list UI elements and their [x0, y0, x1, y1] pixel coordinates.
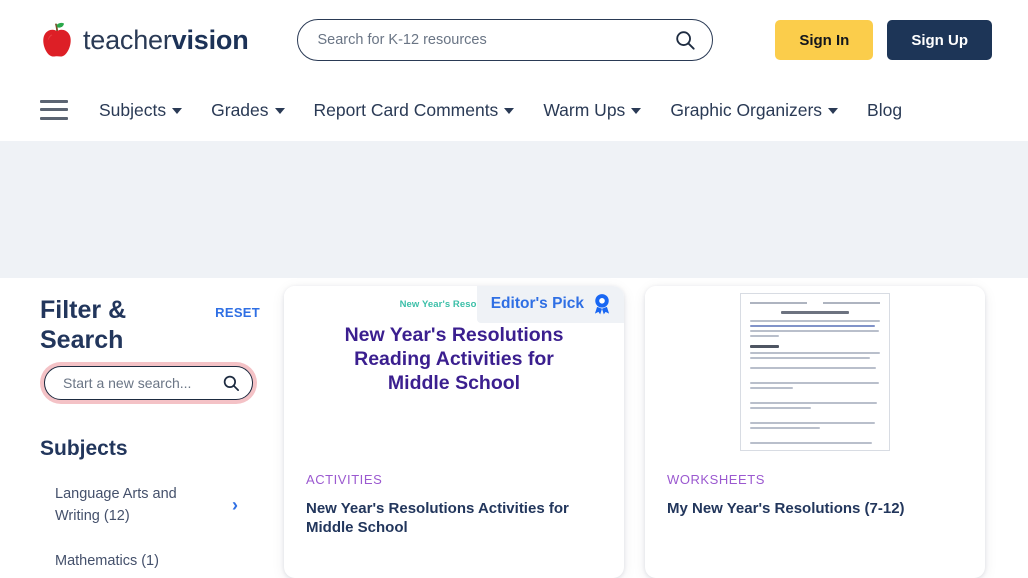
- main-navigation: Subjects Grades Report Card Comments War…: [0, 80, 1028, 141]
- poster-title: New Year's Resolutions Reading Activitie…: [344, 324, 564, 394]
- result-title[interactable]: New Year's Resolutions Activities for Mi…: [306, 499, 602, 537]
- result-thumbnail: [645, 286, 985, 456]
- result-card-body: ACTIVITIES New Year's Resolutions Activi…: [284, 456, 624, 537]
- reset-filters-link[interactable]: RESET: [215, 305, 260, 320]
- facet-mathematics[interactable]: Mathematics (1): [40, 550, 260, 572]
- chevron-down-icon: [631, 107, 642, 114]
- result-card-body: WORKSHEETS My New Year's Resolutions (7-…: [645, 456, 985, 518]
- result-card[interactable]: New Year's Resolutions New Year's Resolu…: [284, 286, 624, 578]
- sign-up-button[interactable]: Sign Up: [887, 20, 992, 60]
- editors-pick-badge: Editor's Pick: [476, 286, 624, 323]
- nav-label: Grades: [211, 100, 269, 120]
- facet-label: Language Arts and Writing (12): [55, 486, 177, 525]
- nav-label: Report Card Comments: [313, 100, 499, 120]
- facet-language-arts-and-writing[interactable]: Language Arts and Writing (12) ›: [40, 483, 260, 528]
- hamburger-icon[interactable]: [40, 99, 68, 120]
- site-logo[interactable]: teachervision: [40, 22, 249, 58]
- results-grid: New Year's Resolutions New Year's Resolu…: [268, 278, 988, 578]
- hamburger-bar: [40, 99, 68, 103]
- page-title: Filter & Search: [40, 296, 127, 354]
- brand-wordmark: teachervision: [83, 25, 249, 56]
- hamburger-bar: [40, 116, 68, 120]
- header-search-input[interactable]: [315, 31, 674, 49]
- worksheet-heading-line: [781, 311, 849, 314]
- chevron-down-icon: [274, 107, 285, 114]
- nav-label: Graphic Organizers: [670, 100, 823, 120]
- award-ribbon-icon: [594, 294, 610, 315]
- chevron-down-icon: [504, 107, 515, 114]
- result-type-label: ACTIVITIES: [306, 472, 383, 487]
- header-actions: Sign In Sign Up: [775, 20, 992, 60]
- search-icon[interactable]: [674, 29, 696, 51]
- result-title[interactable]: My New Year's Resolutions (7-12): [667, 499, 963, 518]
- editors-pick-label: Editor's Pick: [490, 295, 584, 312]
- header-search-box[interactable]: [296, 19, 713, 61]
- chevron-down-icon: [172, 107, 183, 114]
- hamburger-bar: [40, 108, 68, 111]
- facet-section-heading: Subjects: [40, 437, 128, 460]
- result-type-label: WORKSHEETS: [667, 472, 765, 487]
- nav-label: Subjects: [99, 100, 167, 120]
- nav-item-subjects[interactable]: Subjects: [99, 100, 183, 121]
- brand-light-text: teacher: [83, 24, 172, 55]
- header-search: [296, 19, 713, 61]
- sidebar-search-box[interactable]: [44, 366, 253, 400]
- sidebar-search-wrapper: [40, 362, 257, 404]
- nav-item-warm-ups[interactable]: Warm Ups: [543, 100, 642, 121]
- facet-label: Mathematics (1): [55, 552, 159, 569]
- nav-item-grades[interactable]: Grades: [211, 100, 285, 121]
- result-thumbnail: New Year's Resolutions New Year's Resolu…: [284, 286, 624, 456]
- nav-item-blog[interactable]: Blog: [867, 100, 902, 121]
- worksheet-name-date-lines: [750, 302, 880, 304]
- site-header: teachervision Sign In Sign Up: [0, 0, 1028, 80]
- filter-header: Filter & Search RESET: [40, 296, 260, 355]
- chevron-down-icon: [828, 107, 839, 114]
- nav-label: Blog: [867, 100, 903, 120]
- brand-bold-text: vision: [171, 24, 249, 55]
- chevron-right-icon[interactable]: ›: [232, 496, 238, 514]
- apple-icon: [43, 22, 71, 57]
- results-summary-bar: (40) results found Sort by: Relevance Ne…: [0, 141, 1028, 401]
- nav-item-graphic-organizers[interactable]: Graphic Organizers: [670, 100, 839, 121]
- sign-in-button[interactable]: Sign In: [775, 20, 874, 60]
- search-icon[interactable]: [222, 374, 240, 392]
- filter-sidebar: Filter & Search RESET Subjects Language …: [40, 278, 268, 578]
- sidebar-search-input[interactable]: [61, 374, 222, 392]
- worksheet-scan-thumbnail: [740, 293, 890, 451]
- nav-item-report-card-comments[interactable]: Report Card Comments: [314, 100, 515, 121]
- nav-label: Warm Ups: [543, 100, 626, 120]
- result-card[interactable]: WORKSHEETS My New Year's Resolutions (7-…: [645, 286, 985, 578]
- content-area: Filter & Search RESET Subjects Language …: [0, 278, 1028, 578]
